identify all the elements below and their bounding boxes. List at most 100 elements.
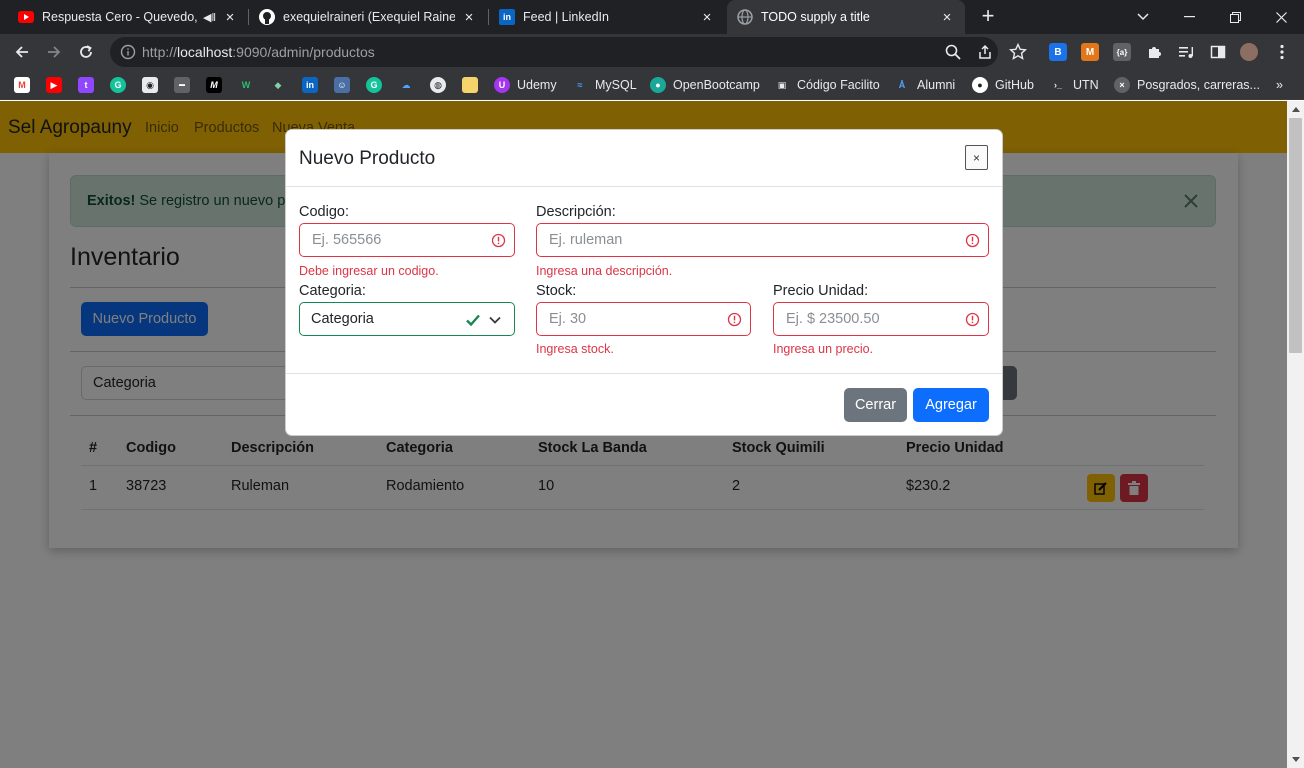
bookmark-posgrados[interactable]: × Posgrados, carreras... [1114, 76, 1260, 94]
codigo-input[interactable]: Ej. 565566 [299, 223, 515, 257]
close-window-icon[interactable] [1258, 0, 1304, 34]
page-viewport: Sel Agropauny Inicio Productos Nueva Ven… [0, 101, 1287, 768]
bookmarks-overflow-button[interactable]: » [1276, 76, 1283, 94]
descripcion-input[interactable]: Ej. ruleman [536, 223, 989, 257]
tab-linkedin[interactable]: in Feed | LinkedIn × [489, 0, 725, 34]
bookmark-globe[interactable]: ◍ [430, 76, 446, 94]
tab-active[interactable]: TODO supply a title × [727, 0, 965, 34]
bookmark-grammarly[interactable]: G [110, 76, 126, 94]
bookmark-site[interactable]: M [206, 76, 222, 94]
media-controls-icon[interactable] [1177, 43, 1195, 61]
terminal-icon: ›_ [1050, 77, 1066, 93]
url-text[interactable]: http://localhost:9090/admin/productos [142, 44, 375, 60]
categoria-select[interactable]: Categoria [299, 302, 515, 336]
avatar-site-icon: ☺ [334, 77, 350, 93]
bookmark-codigo-facilito[interactable]: ▣ Código Facilito [774, 76, 880, 94]
invalid-warning-icon [965, 312, 980, 327]
bookmark-twitch[interactable]: t [78, 76, 94, 94]
bookmark-site[interactable]: ◆ [270, 76, 286, 94]
side-panel-icon[interactable] [1209, 43, 1227, 61]
address-bar[interactable]: http://localhost:9090/admin/productos [110, 37, 998, 67]
tab-youtube[interactable]: Respuesta Cero - Quevedo, B ◀ǁ × [8, 0, 248, 34]
reload-icon[interactable] [74, 40, 98, 64]
chevron-down-icon [488, 313, 502, 327]
bookmark-gmail[interactable]: M [14, 76, 30, 94]
bookmark-site[interactable]: ☺ [334, 76, 350, 94]
bookmark-site[interactable]: ▬ [174, 76, 190, 94]
site-info-icon[interactable] [120, 44, 136, 60]
bookmark-site[interactable]: ◉ [142, 76, 158, 94]
page-scrollbar[interactable] [1287, 101, 1304, 768]
browser-toolbar: http://localhost:9090/admin/productos B … [0, 34, 1304, 70]
submit-button[interactable]: Agregar [913, 388, 989, 422]
globe-icon: ◍ [430, 77, 446, 93]
minimize-icon[interactable] [1166, 0, 1212, 34]
codigo-facilito-icon: ▣ [774, 77, 790, 93]
overflow-chevron-icon: » [1276, 78, 1283, 92]
back-arrow-icon[interactable] [10, 40, 34, 64]
bookmark-grammarly[interactable]: G [366, 76, 382, 94]
close-tab-icon[interactable]: × [699, 9, 715, 26]
restore-icon[interactable] [1212, 0, 1258, 34]
tab-title: Feed | LinkedIn [523, 10, 609, 24]
bookmark-label: Udemy [517, 78, 557, 92]
bookmark-cloud[interactable]: ☁ [398, 76, 414, 94]
modal-close-button[interactable]: × [965, 145, 988, 170]
tab-title: Respuesta Cero - Quevedo, B [42, 10, 199, 24]
bookmark-label: GitHub [995, 78, 1034, 92]
url-host: localhost [177, 44, 233, 60]
mysql-dolphin-icon: ≈ [572, 77, 588, 93]
precio-error: Ingresa un precio. [773, 342, 874, 356]
share-icon[interactable] [977, 44, 993, 60]
close-tab-icon[interactable]: × [461, 9, 477, 26]
scroll-up-arrow-icon[interactable] [1287, 101, 1304, 118]
close-tab-icon[interactable]: × [939, 9, 955, 26]
extensions-puzzle-icon[interactable] [1145, 43, 1163, 61]
tab-github[interactable]: exequielraineri (Exequiel Raineri) × [249, 0, 487, 34]
valid-check-icon [465, 312, 481, 328]
speaker-muted-icon[interactable]: ◀ǁ [203, 11, 216, 24]
posgrados-icon: × [1114, 77, 1130, 93]
bookmark-udemy[interactable]: U Udemy [494, 76, 557, 94]
bookmark-label: UTN [1073, 78, 1099, 92]
github-icon: ● [972, 77, 988, 93]
modal-header: Nuevo Producto × [286, 130, 1002, 187]
bookmark-openbootcamp[interactable]: ● OpenBootcamp [650, 76, 760, 94]
linkedin-icon: in [499, 9, 515, 25]
bookmark-linkedin[interactable]: in [302, 76, 318, 94]
ethereum-icon: ◆ [270, 77, 286, 93]
udemy-icon: U [494, 77, 510, 93]
tab-search-chevron-icon[interactable] [1120, 0, 1166, 34]
browser-menu-icon[interactable] [1273, 43, 1291, 61]
new-tab-button[interactable]: + [976, 4, 1000, 28]
scroll-down-arrow-icon[interactable] [1287, 751, 1304, 768]
json-extension-icon[interactable]: {a} [1113, 43, 1131, 61]
forward-arrow-icon[interactable] [42, 40, 66, 64]
bookmark-alumni[interactable]: Å Alumni [894, 76, 955, 94]
precio-placeholder: Ej. $ 23500.50 [786, 311, 880, 327]
profile-avatar[interactable] [1240, 43, 1258, 61]
bookmark-github[interactable]: ● GitHub [972, 76, 1034, 94]
scrollbar-thumb[interactable] [1289, 118, 1302, 353]
bookmark-notes[interactable] [462, 76, 478, 94]
bookmark-star-icon[interactable] [1006, 40, 1030, 64]
metamask-extension-icon[interactable]: M [1081, 43, 1099, 61]
bookmark-utn[interactable]: ›_ UTN [1050, 76, 1099, 94]
cancel-button[interactable]: Cerrar [844, 388, 907, 422]
codigo-label: Codigo: [299, 204, 349, 220]
close-tab-icon[interactable]: × [222, 9, 238, 26]
twitch-icon: t [78, 77, 94, 93]
url-scheme: http:// [142, 44, 178, 60]
openbootcamp-icon: ● [650, 77, 666, 93]
tab-title: TODO supply a title [761, 10, 870, 24]
bookmark-mysql[interactable]: ≈ MySQL [572, 76, 637, 94]
precio-input[interactable]: Ej. $ 23500.50 [773, 302, 989, 336]
bookmark-site[interactable]: W [238, 76, 254, 94]
bitwarden-extension-icon[interactable]: B [1049, 43, 1067, 61]
codigo-placeholder: Ej. 565566 [312, 232, 382, 248]
stock-input[interactable]: Ej. 30 [536, 302, 751, 336]
bookmark-youtube[interactable]: ▶ [46, 76, 62, 94]
zoom-search-icon[interactable] [945, 44, 961, 60]
tab-title: exequielraineri (Exequiel Raineri) [283, 10, 455, 24]
descripcion-error: Ingresa una descripción. [536, 264, 673, 278]
